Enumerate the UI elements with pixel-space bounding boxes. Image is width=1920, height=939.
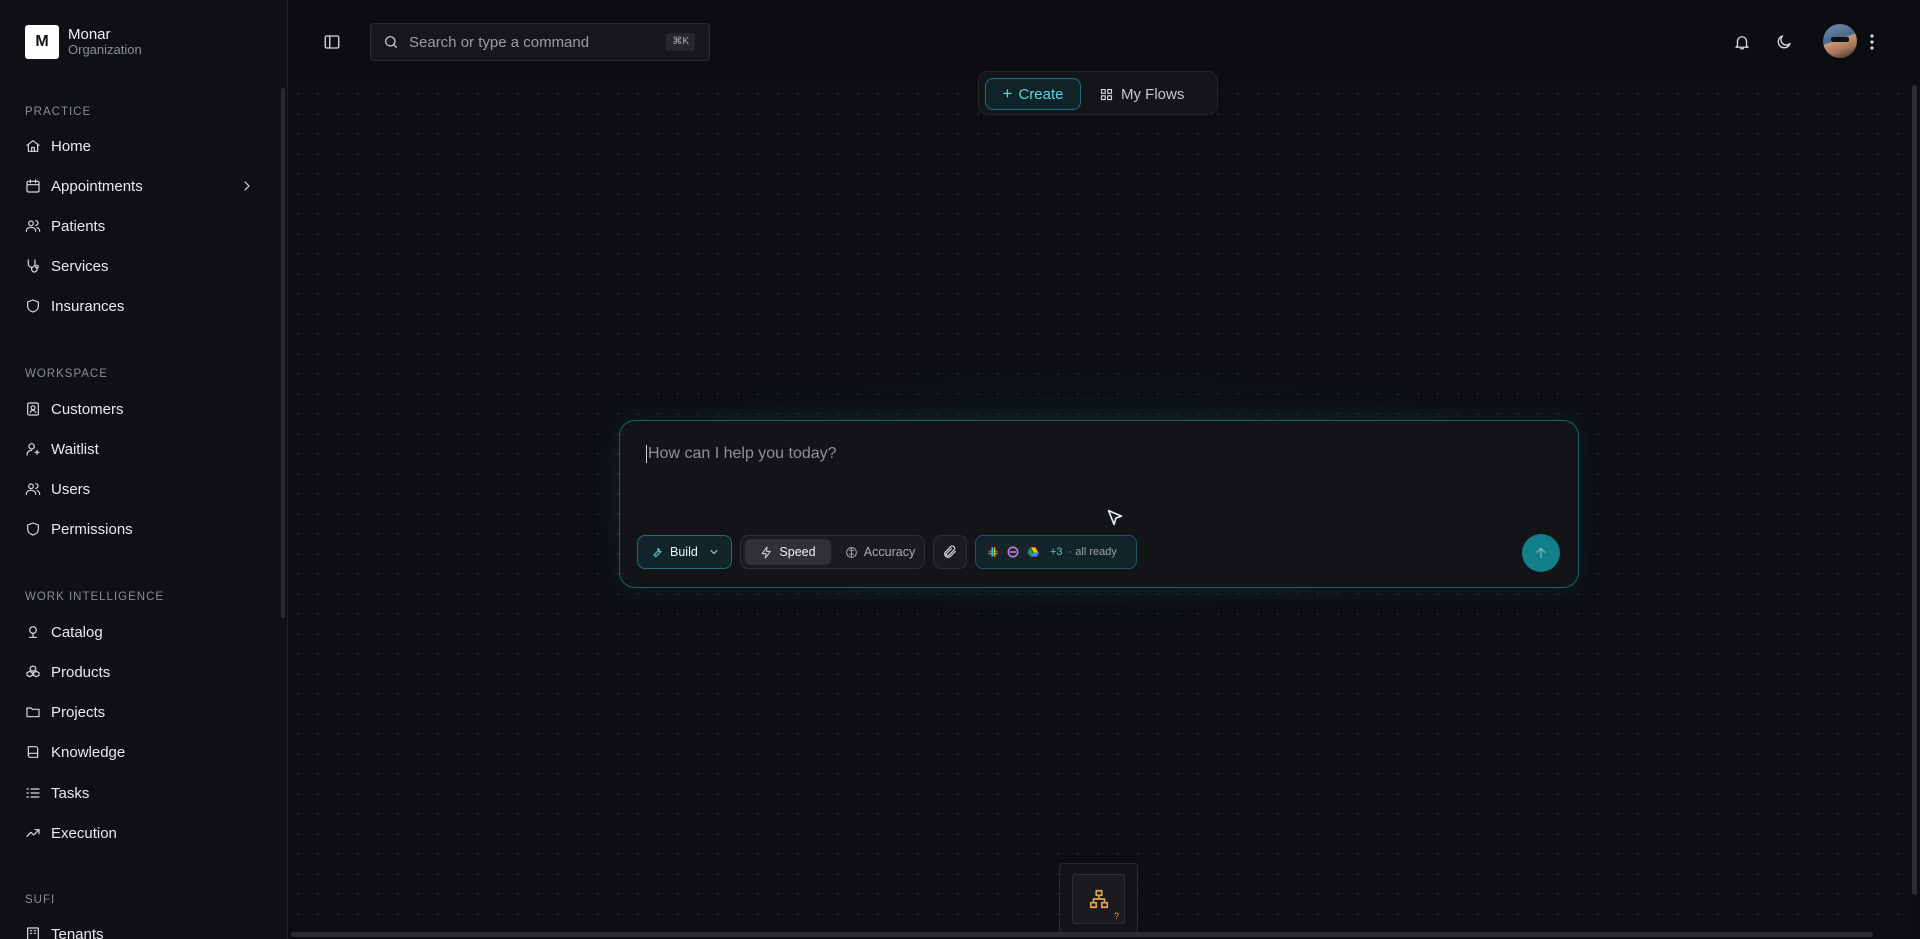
sidebar-item-label: Knowledge [51, 743, 126, 761]
sidebar-item-label: Permissions [51, 520, 133, 538]
search-placeholder: Search or type a command [409, 33, 590, 51]
sidebar: M Monar Organization PRACTICE Home Appoi… [0, 0, 288, 939]
integrations-more: +3 [1050, 546, 1063, 558]
sidebar-item-projects[interactable]: Projects [25, 698, 255, 726]
shield-icon [25, 521, 41, 537]
prompt-box[interactable]: How can I help you today? Build Speed Ac… [619, 420, 1579, 588]
sidebar-item-label: Tenants [51, 925, 104, 939]
pointer-cursor-icon [1104, 507, 1126, 529]
search-shortcut: ⌘K [666, 33, 695, 51]
speed-option[interactable]: Speed [745, 539, 831, 565]
sidebar-item-tasks[interactable]: Tasks [25, 779, 255, 807]
search-icon [383, 34, 399, 50]
grid-icon [1099, 87, 1114, 102]
sidebar-item-label: Users [51, 480, 91, 498]
section-label-practice: PRACTICE [25, 106, 92, 118]
home-icon [25, 138, 41, 154]
chevron-down-icon [708, 546, 720, 558]
moon-icon[interactable] [1775, 33, 1793, 51]
folder-icon [25, 704, 41, 720]
sitemap-icon [1088, 888, 1110, 910]
sidebar-item-insurances[interactable]: Insurances [25, 292, 255, 320]
org-switcher[interactable]: M Monar Organization [25, 25, 142, 59]
list-icon [25, 785, 41, 801]
wrench-icon [650, 545, 664, 559]
users-icon [25, 481, 41, 497]
google-drive-icon [1024, 543, 1042, 561]
search-input[interactable]: Search or type a command ⌘K [370, 23, 710, 61]
sidebar-item-catalog[interactable]: Catalog [25, 618, 255, 646]
attach-button[interactable] [933, 535, 967, 569]
building-icon [25, 926, 41, 939]
catalog-icon [25, 624, 41, 640]
sidebar-item-home[interactable]: Home [25, 132, 255, 160]
avatar[interactable] [1823, 24, 1857, 58]
plus-icon: + [1002, 84, 1013, 103]
create-button[interactable]: + Create [985, 78, 1081, 110]
section-label-workspace: WORKSPACE [25, 368, 108, 380]
stethoscope-icon [25, 258, 41, 274]
canvas-scrollbar-vertical[interactable] [1912, 85, 1917, 895]
more-vertical-icon[interactable] [1868, 32, 1876, 52]
sidebar-item-knowledge[interactable]: Knowledge [25, 738, 255, 766]
sidebar-item-label: Insurances [51, 297, 125, 315]
users-icon [25, 218, 41, 234]
org-subtitle: Organization [68, 42, 142, 58]
accuracy-option[interactable]: Accuracy [837, 539, 923, 565]
sidebar-item-services[interactable]: Services [25, 252, 255, 280]
book-icon [25, 744, 41, 760]
send-button[interactable] [1522, 534, 1560, 572]
sidebar-item-label: Waitlist [51, 440, 99, 458]
sidebar-toggle-icon[interactable] [323, 33, 341, 51]
view-switcher: + Create My Flows [978, 71, 1218, 115]
chevron-right-icon[interactable] [239, 178, 255, 194]
activity-icon [25, 825, 41, 841]
mode-toggle: Speed Accuracy [740, 535, 925, 569]
build-dropdown[interactable]: Build [637, 535, 732, 569]
boxes-icon [25, 664, 41, 680]
linear-icon [1004, 543, 1022, 561]
zap-icon [760, 546, 773, 559]
sidebar-item-label: Services [51, 257, 109, 275]
slack-icon [984, 543, 1002, 561]
calendar-icon [25, 178, 41, 194]
shield-icon [25, 298, 41, 314]
sidebar-item-label: Products [51, 663, 111, 681]
paperclip-icon [942, 544, 958, 560]
sidebar-item-permissions[interactable]: Permissions [25, 515, 255, 543]
sidebar-item-users[interactable]: Users [25, 475, 255, 503]
integrations-status: · all ready [1068, 546, 1117, 558]
sidebar-item-appointments[interactable]: Appointments [25, 172, 255, 200]
integrations-button[interactable]: +3 · all ready [975, 535, 1137, 569]
sidebar-item-execution[interactable]: Execution [25, 819, 255, 847]
question-mark-icon: ? [1113, 911, 1119, 921]
section-label-sufi: SUFI [25, 894, 56, 906]
prompt-input[interactable]: How can I help you today? [646, 445, 837, 463]
sidebar-scrollbar[interactable] [281, 88, 285, 618]
brain-icon [845, 546, 858, 559]
bell-icon[interactable] [1733, 33, 1751, 51]
user-plus-icon [25, 441, 41, 457]
org-logo: M [25, 25, 59, 59]
my-flows-button[interactable]: My Flows [1099, 78, 1209, 110]
section-label-work-intelligence: WORK INTELLIGENCE [25, 591, 165, 603]
contacts-icon [25, 401, 41, 417]
sidebar-item-label: Home [51, 137, 92, 155]
sidebar-item-waitlist[interactable]: Waitlist [25, 435, 255, 463]
arrow-up-icon [1533, 545, 1549, 561]
sidebar-item-patients[interactable]: Patients [25, 212, 255, 240]
flow-node-card[interactable]: ? [1059, 863, 1138, 933]
sidebar-item-label: Projects [51, 703, 106, 721]
org-name: Monar [68, 25, 111, 43]
sidebar-item-tenants[interactable]: Tenants [25, 920, 255, 939]
sidebar-item-customers[interactable]: Customers [25, 395, 255, 423]
sidebar-item-label: Patients [51, 217, 106, 235]
sidebar-item-label: Catalog [51, 623, 103, 641]
sidebar-item-label: Appointments [51, 177, 143, 195]
sidebar-item-label: Tasks [51, 784, 90, 802]
sidebar-item-label: Execution [51, 824, 117, 842]
sidebar-item-label: Customers [51, 400, 124, 418]
sidebar-item-products[interactable]: Products [25, 658, 255, 686]
